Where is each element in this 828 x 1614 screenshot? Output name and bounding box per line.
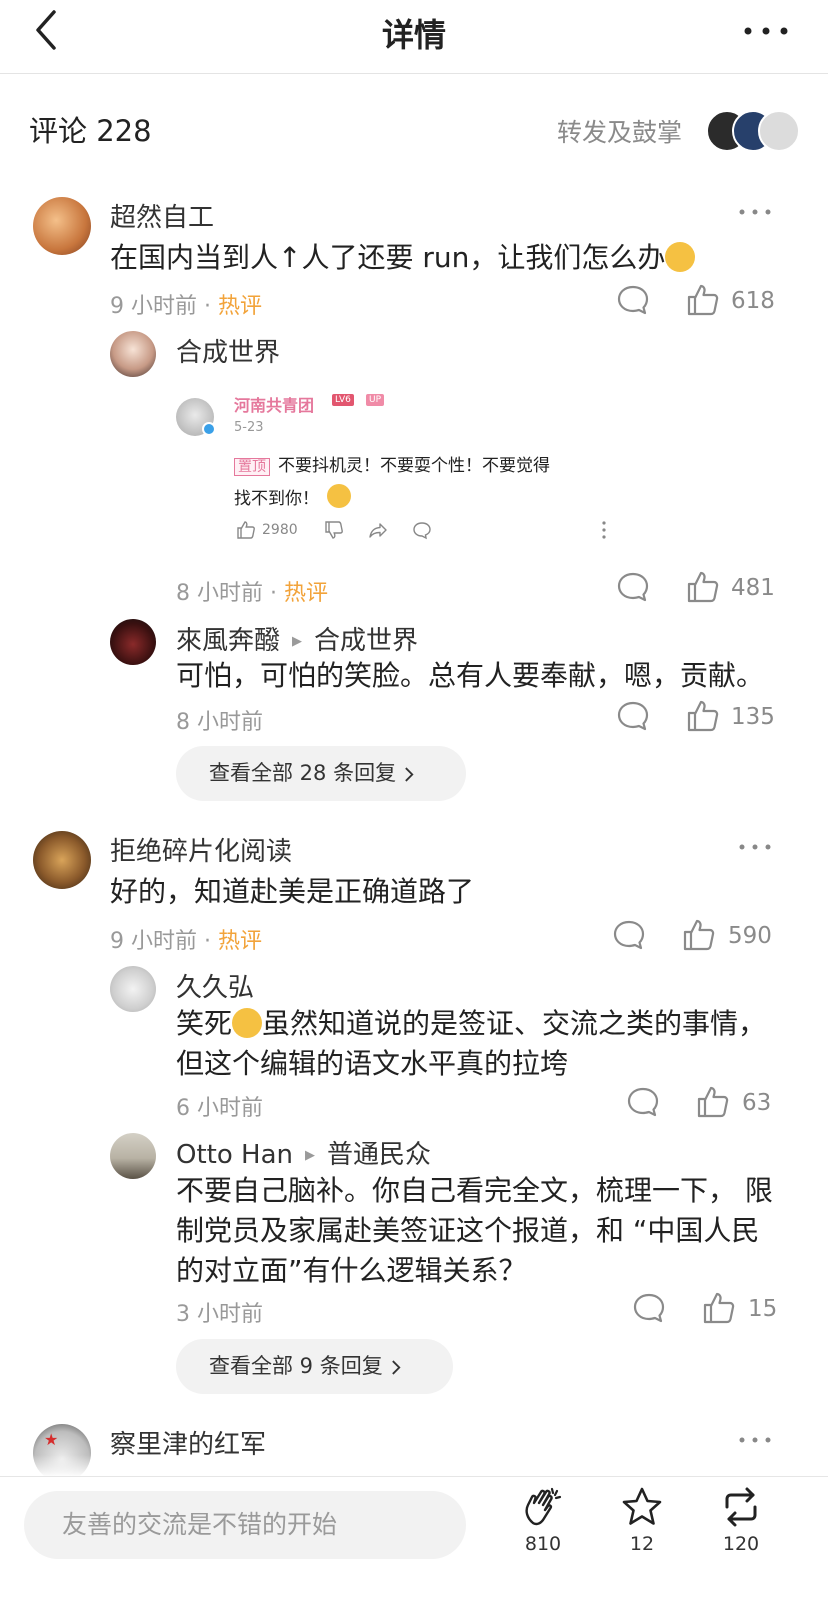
like-count: 63 [742,1090,772,1116]
comment-text: 好的，知道赴美是正确道路了 [110,875,475,908]
reply-to-name[interactable]: 普通民众 [327,1140,431,1170]
avatar[interactable] [33,831,91,889]
dislike-icon [325,521,343,539]
page-title: 详情 [381,16,446,54]
comment-count[interactable]: 评论 228 [29,108,152,150]
reply-meta: 8 小时前 [176,710,263,735]
reply-author[interactable]: 久久弘 [176,967,254,1004]
reply-meta: 6 小时前 [176,1096,263,1121]
reply-author[interactable]: 合成世界 [176,332,280,369]
chevron-right-icon [405,766,414,782]
more-vertical-icon [602,521,606,539]
comment-icon [413,522,431,540]
share-icon [369,523,387,538]
avatar[interactable] [33,197,91,255]
top-nav-bar: 详情 [0,0,828,74]
view-all-replies-button[interactable]: 查看全部 9 条回复 [176,1339,453,1394]
reply-meta: 8 小时前 · 热评 [176,581,328,606]
avatar[interactable] [110,1133,156,1179]
comment-more-icon[interactable] [738,207,772,217]
like-icon[interactable] [686,570,720,604]
laughing-face-icon [232,1008,263,1038]
clap-icon [525,1487,562,1526]
repost-icon [725,1487,757,1527]
like-icon[interactable] [702,1291,736,1325]
repost-button[interactable]: 120 [706,1485,776,1555]
more-options-icon[interactable] [742,16,790,46]
repost-and-clap-link[interactable]: 转发及鼓掌 [557,113,682,149]
reply-author-name[interactable]: Otto Han [176,1140,293,1170]
flushed-face-icon [665,242,696,272]
reply-icon[interactable] [616,571,650,603]
avatar[interactable] [110,966,156,1012]
like-icon[interactable] [686,283,720,317]
reply-text: 不要自己脑补。你自己看完全文，梳理一下， 限 制党员及家属赴美签证这个报道，和 … [176,1174,773,1287]
reply-to-arrow-icon: ▶ [292,634,303,649]
clap-count: 810 [524,1533,562,1555]
embed-date: 5-23 [234,420,264,435]
reply-icon[interactable] [616,284,650,316]
comment-text: 在国内当到人↑人了还要 run，让我们怎么办 [110,238,750,278]
reply-icon[interactable] [626,1086,660,1118]
verified-icon [202,422,216,436]
red-star-icon: ★ [44,1430,59,1449]
reply-text: 可怕，可怕的笑脸。总有人要奉献，嗯，贡献。 [176,659,765,692]
comment-author[interactable]: 拒绝碎片化阅读 [110,831,292,868]
clap-button[interactable]: 810 [508,1485,578,1555]
reply-meta: 3 小时前 [176,1302,263,1327]
embed-text: 置顶 不要抖机灵！不要耍个性！不要觉得 找不到你！ [234,456,550,509]
pinned-tag: 置顶 [234,458,270,476]
reply-author: Otto Han ▶ 普通民众 [176,1134,431,1171]
reply-text: 笑死 虽然知道说的是签证、交流之类的事情， 但这个编辑的语文水平真的拉垮 [176,1007,767,1080]
reply-icon[interactable] [612,919,646,951]
up-badge: UP [366,394,385,406]
bottom-action-bar: 友善的交流是不错的开始 810 12 120 [0,1476,828,1614]
comment-meta: 9 小时前 · 热评 [110,929,262,954]
reply-icon[interactable] [616,700,650,732]
like-count: 135 [731,704,775,730]
favorite-button[interactable]: 12 [607,1485,677,1555]
reply-icon[interactable] [632,1292,666,1324]
like-count: 590 [728,923,772,949]
chevron-right-icon [391,1359,401,1375]
like-icon[interactable] [686,699,720,733]
comment-meta: 9 小时前 · 热评 [110,294,262,319]
like-count: 618 [731,288,775,314]
like-count: 481 [731,575,775,601]
like-icon[interactable] [696,1085,730,1119]
embed-actions: 2980 [234,520,614,544]
smile-emoji-icon [327,484,351,508]
level-badge: LV6 [332,394,354,406]
view-all-replies-button[interactable]: 查看全部 28 条回复 [176,746,466,801]
reply-to-name[interactable]: 合成世界 [314,626,418,656]
comment-input[interactable]: 友善的交流是不错的开始 [24,1491,466,1559]
avatar[interactable] [110,331,156,377]
reply-author: 來風奔醱 ▶ 合成世界 [176,620,418,657]
favorite-count: 12 [629,1533,655,1555]
avatar [758,110,800,152]
scroll-fade [0,1455,828,1477]
like-count: 15 [748,1296,778,1322]
comment-more-icon[interactable] [738,1435,772,1445]
like-icon [237,521,255,539]
avatar[interactable] [110,619,156,665]
embed-author: 河南共青团 [234,396,315,415]
reply-image[interactable]: 河南共青团 LV6 UP 5-23 置顶 不要抖机灵！不要耍个性！不要觉得 找不到… [170,380,630,566]
like-icon[interactable] [682,918,716,952]
star-icon [622,1487,662,1525]
repost-count: 120 [722,1533,760,1555]
comment-more-icon[interactable] [738,842,772,852]
reply-author-name[interactable]: 來風奔醱 [176,626,280,656]
reply-to-arrow-icon: ▶ [305,1148,315,1163]
clapper-avatars[interactable] [706,110,806,152]
comment-author[interactable]: 超然自工 [110,197,214,234]
